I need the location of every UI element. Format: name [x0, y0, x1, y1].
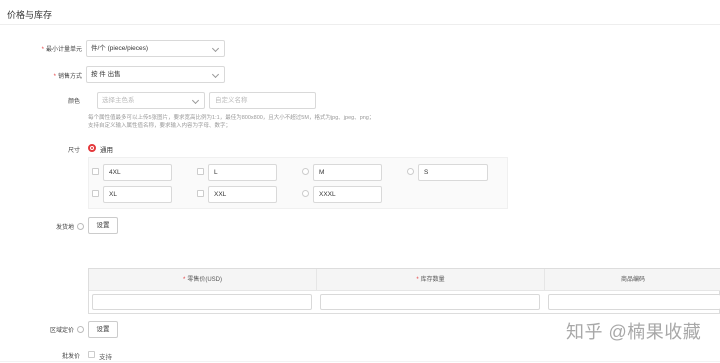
column-header-sku-code: 商品编码	[544, 269, 720, 291]
unit-select[interactable]: 件/个 (piece/pieces)	[86, 40, 225, 57]
size-generic-radio[interactable]	[88, 144, 96, 152]
help-circle-icon[interactable]	[77, 325, 84, 333]
sale-select[interactable]: 按 件 出售	[86, 66, 225, 83]
column-header-retail-price: * 零售价(USD)	[89, 269, 316, 291]
sku-code-header-text: 商品编码	[620, 277, 645, 283]
stock-quantity-input[interactable]	[320, 294, 540, 310]
region-price-label: 区域定价	[0, 325, 84, 334]
sale-label-text: 销售方式	[57, 74, 82, 80]
sku-table: * 零售价(USD) * 库存数量 商品编码	[88, 268, 720, 314]
wholesale-support-checkbox[interactable]	[88, 351, 95, 358]
size-checkbox-m[interactable]	[302, 168, 309, 175]
main-color-select[interactable]: 选择主色系	[97, 92, 205, 109]
unit-label-text: 最小计量单元	[45, 47, 82, 53]
size-checkbox-xxxl[interactable]	[302, 190, 309, 197]
color-hint-line1: 每个属性值最多可以上传5张图片，要求宽高比例为1:1，最佳为800x800，且大…	[88, 115, 375, 121]
region-price-label-text: 区域定价	[49, 328, 74, 334]
size-checkbox-4xl[interactable]	[92, 168, 99, 175]
size-checkbox-s[interactable]	[407, 168, 414, 175]
main-color-placeholder: 选择主色系	[102, 97, 135, 104]
size-input-s[interactable]: S	[418, 164, 488, 181]
title-divider	[0, 24, 720, 25]
size-checkbox-l[interactable]	[197, 168, 204, 175]
wholesale-support-label: 支持	[99, 354, 112, 361]
required-mark: *	[182, 277, 186, 283]
chevron-down-icon	[211, 44, 220, 53]
retail-price-header-text: 零售价(USD)	[187, 277, 222, 283]
sku-code-input[interactable]	[548, 294, 720, 310]
watermark: 知乎 @楠果收藏	[566, 322, 702, 342]
help-circle-icon[interactable]	[77, 222, 84, 230]
wholesale-label: 批发价	[61, 354, 80, 360]
region-price-settings-button[interactable]: 设置	[88, 321, 118, 338]
size-generic-label: 通用	[100, 147, 113, 154]
chevron-down-icon	[211, 70, 220, 79]
retail-price-input[interactable]	[92, 294, 312, 310]
chevron-down-icon	[191, 96, 200, 105]
stock-header-text: 库存数量	[420, 277, 445, 283]
required-mark: *	[41, 47, 44, 53]
size-input-4xl[interactable]: 4XL	[103, 164, 172, 181]
sale-label: * 销售方式	[0, 71, 82, 80]
sale-select-value: 按 件 出售	[91, 71, 121, 78]
size-input-l[interactable]: L	[208, 164, 277, 181]
shipping-label: 发货地	[0, 222, 84, 231]
section-title: 价格与库存	[7, 10, 53, 20]
size-checkbox-xl[interactable]	[92, 190, 99, 197]
bottom-divider	[0, 361, 720, 362]
size-label: 尺寸	[67, 148, 80, 154]
shipping-label-text: 发货地	[55, 225, 74, 231]
column-header-stock: * 库存数量	[316, 269, 544, 291]
required-mark: *	[53, 74, 56, 80]
color-label: 颜色	[67, 99, 80, 105]
size-input-m[interactable]: M	[313, 164, 382, 181]
shipping-settings-button[interactable]: 设置	[88, 217, 118, 234]
size-input-xxxl[interactable]: XXXL	[313, 186, 382, 203]
unit-select-value: 件/个 (piece/pieces)	[91, 45, 149, 52]
unit-label: * 最小计量单元	[0, 44, 82, 53]
custom-color-name-input[interactable]: 自定义名称	[209, 92, 316, 109]
required-mark: *	[416, 277, 419, 283]
color-hint-line2: 支持自定义输入属性值名称，要求输入内容为字母、数字；	[88, 123, 232, 129]
size-checkbox-xxl[interactable]	[197, 190, 204, 197]
size-input-xxl[interactable]: XXL	[208, 186, 277, 203]
size-input-xl[interactable]: XL	[103, 186, 172, 203]
